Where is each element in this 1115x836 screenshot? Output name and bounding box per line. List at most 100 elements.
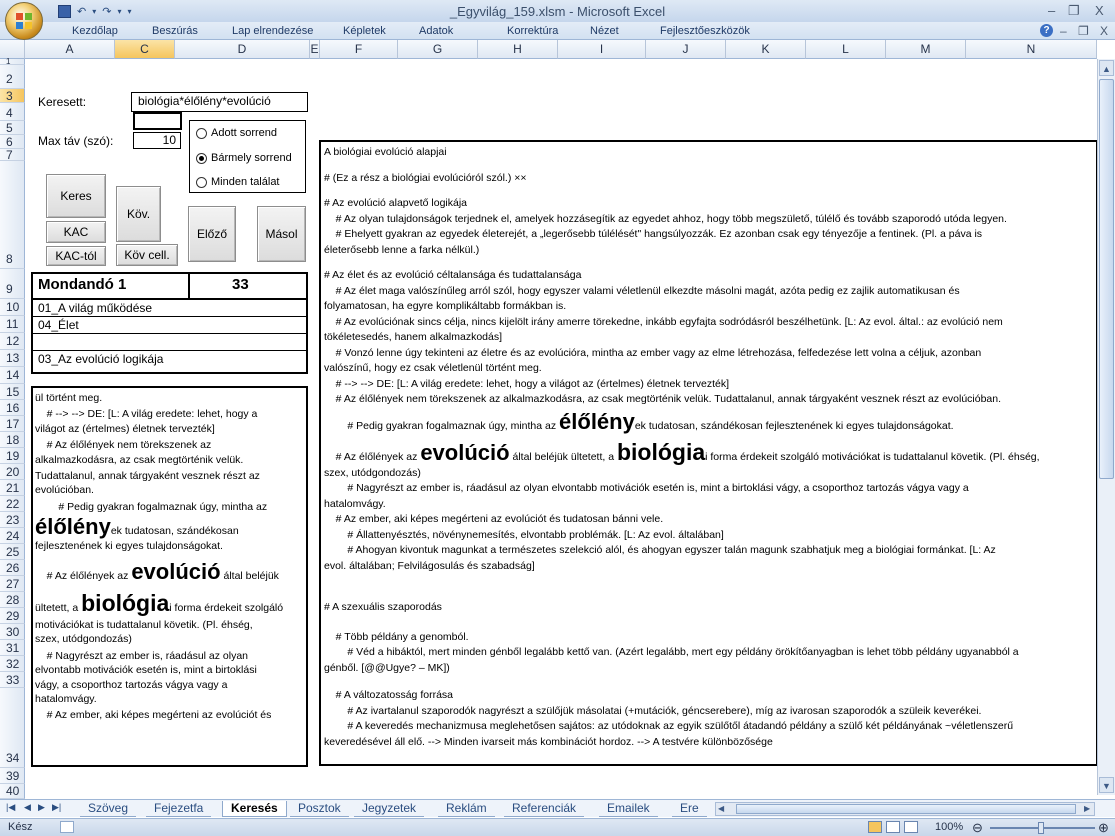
sheet-tab-ere[interactable]: Ere [672,801,707,817]
row-header[interactable]: 6 [0,135,25,149]
row-header[interactable]: 31 [0,640,25,656]
row-header[interactable]: 22 [0,496,25,512]
column-header-n[interactable]: N [966,40,1097,59]
row-header[interactable]: 21 [0,480,25,496]
row-header[interactable]: 27 [0,576,25,592]
tab-lap-elrendezese[interactable]: Lap elrendezése [232,25,313,37]
radio-minden-talalat[interactable]: Minden találat [196,176,280,188]
help-icon[interactable]: ? [1040,24,1053,37]
sheet-tab-fejezetfa[interactable]: Fejezetfa [146,801,212,817]
scroll-left-icon[interactable]: ◀ [718,804,726,814]
row-header[interactable]: 4 [0,103,25,121]
tab-korrektura[interactable]: Korrektúra [507,25,558,37]
mondando-item[interactable]: 04_Élet [38,318,79,332]
column-header-l[interactable]: L [806,40,886,59]
row-header[interactable]: 8 [0,161,25,269]
sheet-tab-reklam[interactable]: Reklám [438,801,495,817]
vertical-scrollbar[interactable]: ▲ ▼ [1097,59,1115,795]
tab-nezet[interactable]: Nézet [590,25,619,37]
mondando-item[interactable]: 01_A világ működése [38,301,152,315]
row-header[interactable]: 17 [0,416,25,432]
zoom-in-icon[interactable]: ⊕ [1098,820,1109,836]
elozo-button[interactable]: Előző [188,206,236,262]
row-header[interactable]: 14 [0,367,25,384]
mondando-item[interactable]: 03_Az evolúció logikája [38,352,163,366]
row-header[interactable]: 15 [0,384,25,400]
tab-beszuras[interactable]: Beszúrás [152,25,198,37]
zoom-slider-handle[interactable] [1038,822,1044,834]
column-header-a[interactable]: A [25,40,115,59]
row-header[interactable]: 19 [0,448,25,464]
row-header[interactable]: 3 [0,89,25,103]
normal-view-icon[interactable] [868,821,882,833]
search-input[interactable]: biológia*élőlény*evolúció [131,92,308,112]
row-header[interactable]: 23 [0,512,25,528]
maxdist-input[interactable]: 10 [133,132,181,149]
restore-button[interactable]: ❐ [1068,3,1080,19]
kov-button[interactable]: Köv. [116,186,161,242]
scroll-right-icon[interactable]: ▶ [1084,804,1092,814]
row-header[interactable]: 25 [0,544,25,560]
tab-adatok[interactable]: Adatok [419,25,453,37]
column-header-g[interactable]: G [398,40,478,59]
column-header-i[interactable]: I [558,40,646,59]
masol-button[interactable]: Másol [257,206,306,262]
ribbon-restore-icon[interactable]: ❐ [1078,24,1089,38]
row-header[interactable]: 33 [0,672,25,688]
close-button[interactable]: X [1095,3,1104,18]
tab-kezdolap[interactable]: Kezdőlap [72,25,118,37]
row-header[interactable]: 32 [0,656,25,672]
kov-cell-button[interactable]: Köv cell. [116,244,178,266]
column-header-e[interactable]: E [310,40,320,59]
column-header-m[interactable]: M [886,40,966,59]
scroll-down-icon[interactable]: ▼ [1099,777,1114,793]
page-break-view-icon[interactable] [904,821,918,833]
page-layout-view-icon[interactable] [886,821,900,833]
row-header[interactable]: 2 [0,65,25,89]
sheet-tab-kereses[interactable]: Keresés [222,801,287,817]
row-header[interactable]: 28 [0,592,25,608]
scroll-up-icon[interactable]: ▲ [1099,60,1114,76]
row-header[interactable]: 29 [0,608,25,624]
sheet-tab-szoveg[interactable]: Szöveg [80,801,137,817]
first-sheet-icon[interactable]: |◀ [6,802,15,813]
row-header[interactable]: 20 [0,464,25,480]
sheet-tab-emailek[interactable]: Emailek [599,801,658,817]
ribbon-close-icon[interactable]: X [1100,24,1108,38]
column-header-c[interactable]: C [115,40,175,59]
row-header[interactable]: 10 [0,299,25,316]
tab-fejlesztoeszkozok[interactable]: Fejlesztőeszközök [660,25,750,37]
row-header[interactable]: 39 [0,768,25,784]
sheet-tab-posztok[interactable]: Posztok [290,801,349,817]
column-header-h[interactable]: H [478,40,558,59]
radio-adott-sorrend[interactable]: Adott sorrend [196,127,277,139]
column-header-j[interactable]: J [646,40,726,59]
main-text-panel[interactable]: A biológiai evolúció alapjai # (Ez a rés… [319,140,1098,766]
macro-record-icon[interactable] [60,821,74,833]
row-header[interactable]: 40 [0,784,25,799]
row-header[interactable]: 12 [0,333,25,350]
sheet-tab-referenciak[interactable]: Referenciák [504,801,585,817]
radio-barmely-sorrend[interactable]: Bármely sorrend [196,152,292,164]
keres-button[interactable]: Keres [46,174,106,218]
zoom-level[interactable]: 100% [935,821,963,833]
row-header[interactable]: 18 [0,432,25,448]
minimize-button[interactable]: – [1048,3,1055,18]
last-sheet-icon[interactable]: ▶| [52,802,61,813]
office-button[interactable] [5,2,43,40]
row-header[interactable]: 11 [0,316,25,333]
zoom-out-icon[interactable]: ⊖ [972,820,983,836]
select-all-corner[interactable] [0,40,25,59]
row-header[interactable]: 5 [0,121,25,135]
zoom-slider[interactable] [990,822,1095,834]
column-header-d[interactable]: D [175,40,310,59]
left-text-panel[interactable]: ül történt meg. # --> --> DE: [L: A vilá… [31,386,308,767]
column-header-f[interactable]: F [320,40,398,59]
horizontal-scrollbar[interactable]: ◀ ▶ [715,802,1095,816]
row-header[interactable]: 24 [0,528,25,544]
kac-button[interactable]: KAC [46,221,106,243]
row-header[interactable]: 30 [0,624,25,640]
prev-sheet-icon[interactable]: ◀ [24,802,31,813]
row-header[interactable]: 13 [0,350,25,367]
kactol-button[interactable]: KAC-tól [46,246,106,266]
